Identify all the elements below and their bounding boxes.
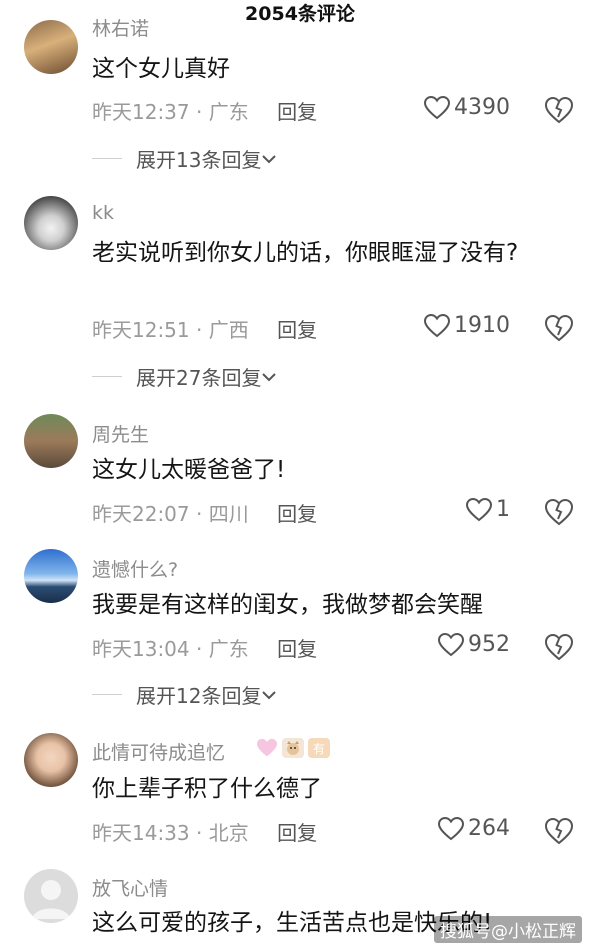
reply-button[interactable]: 回复: [277, 100, 317, 124]
comment-meta: 昨天12:51 · 广西 回复: [92, 314, 317, 343]
dislike-icon[interactable]: [544, 95, 574, 125]
comment-time: 昨天12:37: [92, 100, 190, 124]
username[interactable]: kk: [92, 202, 114, 224]
dislike-icon[interactable]: [544, 313, 574, 343]
heart-badge-icon: [256, 738, 278, 758]
divider: [92, 694, 122, 695]
comment-time: 昨天13:04: [92, 637, 190, 661]
username[interactable]: 遗憾什么?: [92, 555, 178, 582]
comment-meta: 昨天14:33 · 北京 回复: [92, 817, 317, 846]
avatar[interactable]: [24, 196, 78, 250]
reply-button[interactable]: 回复: [277, 502, 317, 526]
comment-text: 老实说听到你女儿的话，你眼眶湿了没有?: [92, 240, 519, 266]
divider: [92, 376, 122, 377]
like-count: 952: [468, 632, 510, 657]
meta-separator: ·: [196, 637, 203, 661]
comment-text: 我要是有这样的闺女，我做梦都会笑醒: [92, 592, 483, 618]
like-count: 1910: [454, 313, 510, 338]
like-button[interactable]: 1: [466, 497, 510, 522]
comment-location: 广西: [208, 318, 249, 342]
expand-replies-button[interactable]: 展开12条回复: [92, 680, 277, 709]
comment-time: 昨天22:07: [92, 502, 190, 526]
expand-replies-button[interactable]: 展开27条回复: [92, 362, 277, 391]
default-avatar-icon: [32, 880, 70, 919]
avatar[interactable]: [24, 549, 78, 603]
username[interactable]: 放飞心情: [92, 874, 168, 901]
badge-label: 有: [312, 741, 325, 756]
expand-label: 展开12条回复: [136, 684, 262, 708]
dislike-icon[interactable]: [544, 497, 574, 527]
like-count: 1: [496, 497, 510, 522]
avatar[interactable]: [24, 414, 78, 468]
comment-text: 这女儿太暖爸爸了!: [92, 457, 286, 483]
expand-label: 展开27条回复: [136, 366, 262, 390]
expand-label: 展开13条回复: [136, 148, 262, 172]
avatar[interactable]: [24, 733, 78, 787]
chevron-down-icon: [262, 154, 277, 163]
heart-icon: [466, 497, 492, 521]
avatar[interactable]: [24, 20, 78, 74]
dislike-icon[interactable]: [544, 632, 574, 662]
meta-separator: ·: [196, 100, 203, 124]
text-badge: 有: [308, 738, 330, 758]
like-button[interactable]: 1910: [424, 313, 510, 338]
reply-button[interactable]: 回复: [277, 821, 317, 845]
heart-icon: [438, 816, 464, 840]
user-badges: 有: [256, 738, 330, 758]
heart-icon: [424, 313, 450, 337]
chevron-down-icon: [262, 690, 277, 699]
username[interactable]: 此情可待成追忆: [92, 738, 225, 765]
avatar[interactable]: [24, 869, 78, 923]
comment-location: 广东: [208, 100, 249, 124]
comment-text: 你上辈子积了什么德了: [92, 776, 322, 802]
comment-time: 昨天14:33: [92, 821, 190, 845]
heart-icon: [424, 95, 450, 119]
username[interactable]: 林右诺: [92, 14, 149, 41]
like-count: 4390: [454, 95, 510, 120]
expand-replies-button[interactable]: 展开13条回复: [92, 144, 277, 173]
watermark: 搜狐号@小松正辉: [434, 916, 582, 943]
comment-meta: 昨天12:37 · 广东 回复: [92, 96, 317, 125]
comment-time: 昨天12:51: [92, 318, 190, 342]
like-count: 264: [468, 816, 510, 841]
comment-location: 广东: [208, 637, 249, 661]
comment-location: 北京: [208, 821, 249, 845]
like-button[interactable]: 4390: [424, 95, 510, 120]
dislike-icon[interactable]: [544, 816, 574, 846]
meta-separator: ·: [196, 318, 203, 342]
divider: [92, 158, 122, 159]
reply-button[interactable]: 回复: [277, 637, 317, 661]
comment-meta: 昨天13:04 · 广东 回复: [92, 633, 317, 662]
dog-badge-icon: [282, 738, 304, 758]
reply-button[interactable]: 回复: [277, 318, 317, 342]
meta-separator: ·: [196, 821, 203, 845]
meta-separator: ·: [196, 502, 203, 526]
like-button[interactable]: 952: [438, 632, 510, 657]
heart-icon: [438, 632, 464, 656]
username[interactable]: 周先生: [92, 420, 149, 447]
comment-text: 这个女儿真好: [92, 56, 230, 82]
page-title: 2054条评论: [245, 3, 355, 25]
comment-meta: 昨天22:07 · 四川 回复: [92, 498, 317, 527]
chevron-down-icon: [262, 372, 277, 381]
comment-location: 四川: [208, 502, 249, 526]
like-button[interactable]: 264: [438, 816, 510, 841]
